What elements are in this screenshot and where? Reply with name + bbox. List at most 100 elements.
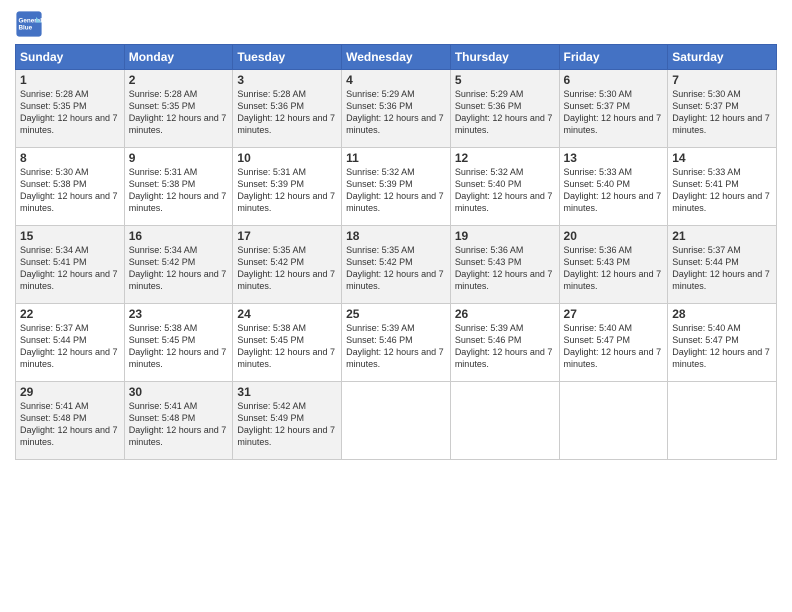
day-info: Sunrise: 5:35 AM Sunset: 5:42 PM Dayligh… (237, 244, 337, 293)
day-number: 23 (129, 307, 229, 321)
day-number: 3 (237, 73, 337, 87)
column-header-thursday: Thursday (450, 45, 559, 70)
calendar-table: SundayMondayTuesdayWednesdayThursdayFrid… (15, 44, 777, 460)
calendar-cell (342, 382, 451, 460)
calendar-cell: 10Sunrise: 5:31 AM Sunset: 5:39 PM Dayli… (233, 148, 342, 226)
day-info: Sunrise: 5:31 AM Sunset: 5:38 PM Dayligh… (129, 166, 229, 215)
calendar-cell: 19Sunrise: 5:36 AM Sunset: 5:43 PM Dayli… (450, 226, 559, 304)
day-info: Sunrise: 5:38 AM Sunset: 5:45 PM Dayligh… (129, 322, 229, 371)
day-number: 17 (237, 229, 337, 243)
calendar-cell: 15Sunrise: 5:34 AM Sunset: 5:41 PM Dayli… (16, 226, 125, 304)
calendar-cell: 27Sunrise: 5:40 AM Sunset: 5:47 PM Dayli… (559, 304, 668, 382)
day-info: Sunrise: 5:41 AM Sunset: 5:48 PM Dayligh… (20, 400, 120, 449)
day-info: Sunrise: 5:32 AM Sunset: 5:39 PM Dayligh… (346, 166, 446, 215)
calendar-header-row: SundayMondayTuesdayWednesdayThursdayFrid… (16, 45, 777, 70)
calendar-cell: 9Sunrise: 5:31 AM Sunset: 5:38 PM Daylig… (124, 148, 233, 226)
day-number: 22 (20, 307, 120, 321)
day-info: Sunrise: 5:37 AM Sunset: 5:44 PM Dayligh… (672, 244, 772, 293)
calendar-week-1: 1Sunrise: 5:28 AM Sunset: 5:35 PM Daylig… (16, 70, 777, 148)
day-number: 25 (346, 307, 446, 321)
column-header-monday: Monday (124, 45, 233, 70)
day-info: Sunrise: 5:30 AM Sunset: 5:37 PM Dayligh… (564, 88, 664, 137)
day-number: 26 (455, 307, 555, 321)
day-number: 18 (346, 229, 446, 243)
calendar-cell: 22Sunrise: 5:37 AM Sunset: 5:44 PM Dayli… (16, 304, 125, 382)
header: General Blue (15, 10, 777, 38)
calendar-cell: 8Sunrise: 5:30 AM Sunset: 5:38 PM Daylig… (16, 148, 125, 226)
calendar-cell: 31Sunrise: 5:42 AM Sunset: 5:49 PM Dayli… (233, 382, 342, 460)
day-number: 7 (672, 73, 772, 87)
day-number: 24 (237, 307, 337, 321)
day-number: 12 (455, 151, 555, 165)
day-info: Sunrise: 5:30 AM Sunset: 5:37 PM Dayligh… (672, 88, 772, 137)
day-number: 29 (20, 385, 120, 399)
svg-text:Blue: Blue (19, 25, 33, 32)
calendar-cell: 28Sunrise: 5:40 AM Sunset: 5:47 PM Dayli… (668, 304, 777, 382)
day-number: 4 (346, 73, 446, 87)
day-number: 20 (564, 229, 664, 243)
day-info: Sunrise: 5:40 AM Sunset: 5:47 PM Dayligh… (564, 322, 664, 371)
page-container: General Blue SundayMondayTuesdayWednesda… (0, 0, 792, 470)
day-info: Sunrise: 5:28 AM Sunset: 5:36 PM Dayligh… (237, 88, 337, 137)
calendar-cell: 13Sunrise: 5:33 AM Sunset: 5:40 PM Dayli… (559, 148, 668, 226)
calendar-cell (668, 382, 777, 460)
day-info: Sunrise: 5:40 AM Sunset: 5:47 PM Dayligh… (672, 322, 772, 371)
day-number: 16 (129, 229, 229, 243)
day-info: Sunrise: 5:34 AM Sunset: 5:42 PM Dayligh… (129, 244, 229, 293)
day-number: 31 (237, 385, 337, 399)
calendar-cell: 23Sunrise: 5:38 AM Sunset: 5:45 PM Dayli… (124, 304, 233, 382)
day-info: Sunrise: 5:39 AM Sunset: 5:46 PM Dayligh… (455, 322, 555, 371)
day-info: Sunrise: 5:36 AM Sunset: 5:43 PM Dayligh… (564, 244, 664, 293)
calendar-cell: 26Sunrise: 5:39 AM Sunset: 5:46 PM Dayli… (450, 304, 559, 382)
day-number: 2 (129, 73, 229, 87)
calendar-cell: 2Sunrise: 5:28 AM Sunset: 5:35 PM Daylig… (124, 70, 233, 148)
day-number: 9 (129, 151, 229, 165)
calendar-cell: 17Sunrise: 5:35 AM Sunset: 5:42 PM Dayli… (233, 226, 342, 304)
calendar-cell: 3Sunrise: 5:28 AM Sunset: 5:36 PM Daylig… (233, 70, 342, 148)
day-number: 10 (237, 151, 337, 165)
day-number: 11 (346, 151, 446, 165)
calendar-cell: 14Sunrise: 5:33 AM Sunset: 5:41 PM Dayli… (668, 148, 777, 226)
calendar-week-3: 15Sunrise: 5:34 AM Sunset: 5:41 PM Dayli… (16, 226, 777, 304)
calendar-cell: 5Sunrise: 5:29 AM Sunset: 5:36 PM Daylig… (450, 70, 559, 148)
day-number: 8 (20, 151, 120, 165)
calendar-week-5: 29Sunrise: 5:41 AM Sunset: 5:48 PM Dayli… (16, 382, 777, 460)
calendar-cell: 11Sunrise: 5:32 AM Sunset: 5:39 PM Dayli… (342, 148, 451, 226)
day-info: Sunrise: 5:29 AM Sunset: 5:36 PM Dayligh… (455, 88, 555, 137)
day-number: 15 (20, 229, 120, 243)
column-header-friday: Friday (559, 45, 668, 70)
day-number: 6 (564, 73, 664, 87)
day-info: Sunrise: 5:33 AM Sunset: 5:41 PM Dayligh… (672, 166, 772, 215)
calendar-week-4: 22Sunrise: 5:37 AM Sunset: 5:44 PM Dayli… (16, 304, 777, 382)
calendar-cell: 16Sunrise: 5:34 AM Sunset: 5:42 PM Dayli… (124, 226, 233, 304)
day-number: 30 (129, 385, 229, 399)
calendar-cell: 1Sunrise: 5:28 AM Sunset: 5:35 PM Daylig… (16, 70, 125, 148)
day-number: 27 (564, 307, 664, 321)
day-info: Sunrise: 5:38 AM Sunset: 5:45 PM Dayligh… (237, 322, 337, 371)
calendar-cell: 20Sunrise: 5:36 AM Sunset: 5:43 PM Dayli… (559, 226, 668, 304)
day-number: 19 (455, 229, 555, 243)
day-number: 21 (672, 229, 772, 243)
calendar-cell: 12Sunrise: 5:32 AM Sunset: 5:40 PM Dayli… (450, 148, 559, 226)
day-number: 5 (455, 73, 555, 87)
calendar-cell: 25Sunrise: 5:39 AM Sunset: 5:46 PM Dayli… (342, 304, 451, 382)
day-info: Sunrise: 5:28 AM Sunset: 5:35 PM Dayligh… (129, 88, 229, 137)
logo-icon: General Blue (15, 10, 43, 38)
calendar-cell: 6Sunrise: 5:30 AM Sunset: 5:37 PM Daylig… (559, 70, 668, 148)
day-info: Sunrise: 5:31 AM Sunset: 5:39 PM Dayligh… (237, 166, 337, 215)
calendar-week-2: 8Sunrise: 5:30 AM Sunset: 5:38 PM Daylig… (16, 148, 777, 226)
day-number: 14 (672, 151, 772, 165)
column-header-saturday: Saturday (668, 45, 777, 70)
day-number: 13 (564, 151, 664, 165)
day-info: Sunrise: 5:39 AM Sunset: 5:46 PM Dayligh… (346, 322, 446, 371)
column-header-wednesday: Wednesday (342, 45, 451, 70)
day-info: Sunrise: 5:42 AM Sunset: 5:49 PM Dayligh… (237, 400, 337, 449)
day-info: Sunrise: 5:41 AM Sunset: 5:48 PM Dayligh… (129, 400, 229, 449)
day-info: Sunrise: 5:34 AM Sunset: 5:41 PM Dayligh… (20, 244, 120, 293)
calendar-body: 1Sunrise: 5:28 AM Sunset: 5:35 PM Daylig… (16, 70, 777, 460)
calendar-cell: 24Sunrise: 5:38 AM Sunset: 5:45 PM Dayli… (233, 304, 342, 382)
day-info: Sunrise: 5:33 AM Sunset: 5:40 PM Dayligh… (564, 166, 664, 215)
day-info: Sunrise: 5:29 AM Sunset: 5:36 PM Dayligh… (346, 88, 446, 137)
calendar-cell (559, 382, 668, 460)
calendar-cell (450, 382, 559, 460)
